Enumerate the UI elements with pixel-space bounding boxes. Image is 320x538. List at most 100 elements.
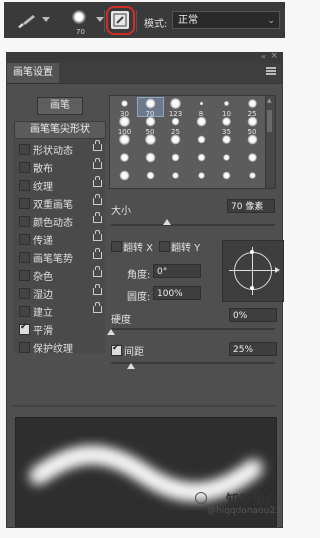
option-checkbox[interactable] [19, 144, 30, 155]
brush-tip-cell[interactable] [163, 134, 188, 152]
option-checkbox[interactable] [19, 216, 30, 227]
option-checkbox[interactable] [19, 252, 30, 263]
brush-tip-cell[interactable]: 100 [112, 116, 137, 136]
toggle-brush-settings-panel-button[interactable] [111, 11, 129, 29]
brush-tip-cell[interactable] [163, 170, 188, 188]
brush-tip-cell[interactable]: 35 [214, 116, 239, 136]
lock-icon[interactable] [93, 158, 102, 169]
hardness-input[interactable]: 0% [229, 308, 277, 322]
option-item[interactable]: 保护纹理 [19, 339, 105, 355]
brush-tool-dropdown-icon[interactable] [42, 17, 50, 22]
lock-icon[interactable] [93, 212, 102, 223]
brush-tip-cell[interactable] [189, 134, 214, 152]
brush-tip-cell[interactable] [240, 134, 265, 152]
option-item[interactable]: 形状动态 [19, 140, 105, 157]
brush-tip-cell[interactable]: 70 [136, 97, 164, 118]
option-checkbox[interactable] [19, 162, 30, 173]
hardness-slider-track[interactable] [111, 328, 275, 330]
collapse-icon[interactable]: « [261, 52, 266, 61]
brush-grid-scrollbar[interactable]: ▲ [265, 95, 276, 189]
brush-tip-cell[interactable]: 123 [163, 98, 188, 118]
brush-tip-cell[interactable]: 8 [189, 98, 214, 118]
spacing-slider-knob[interactable] [127, 363, 135, 369]
lock-icon[interactable] [93, 230, 102, 241]
option-item[interactable]: 建立 [19, 302, 105, 319]
brush-tip-cell[interactable]: 25 [240, 98, 265, 118]
dial-arrow-icon[interactable] [275, 267, 280, 273]
brush-tip-cell[interactable]: 25 [163, 116, 188, 136]
brush-tip-thumbnail [121, 100, 128, 107]
option-checkbox[interactable] [19, 270, 30, 281]
spacing-checkbox[interactable] [111, 343, 122, 356]
brush-tip-cell[interactable] [189, 152, 214, 170]
option-item[interactable]: 颜色动态 [19, 212, 105, 229]
spacing-slider-track[interactable] [111, 362, 275, 364]
brush-tip-shape-item[interactable]: 画笔笔尖形状 [14, 121, 106, 139]
dial-handle-top[interactable] [250, 250, 254, 254]
lock-icon[interactable] [93, 194, 102, 205]
angle-input[interactable]: 0° [153, 264, 201, 278]
flip-y-checkbox[interactable] [159, 241, 170, 252]
roundness-input[interactable]: 100% [153, 286, 201, 300]
option-item[interactable]: 湿边 [19, 284, 105, 301]
brush-preset-dropdown-icon[interactable] [96, 17, 104, 22]
lock-icon[interactable] [93, 266, 102, 277]
angle-roundness-dial[interactable] [222, 240, 284, 302]
panel-menu-icon[interactable] [266, 67, 276, 75]
option-item[interactable]: 平滑 [19, 321, 105, 337]
lock-icon[interactable] [93, 248, 102, 259]
brush-tip-cell[interactable] [138, 152, 163, 170]
option-item[interactable]: 散布 [19, 158, 105, 175]
option-checkbox[interactable] [19, 198, 30, 209]
hardness-slider-knob[interactable] [107, 329, 115, 335]
option-item[interactable]: 纹理 [19, 176, 105, 193]
brush-presets-button[interactable]: 画笔 [37, 97, 83, 115]
option-checkbox[interactable] [19, 342, 30, 353]
brush-tip-cell[interactable] [240, 170, 265, 188]
dial-ring [234, 252, 272, 290]
size-slider-track[interactable] [111, 224, 275, 226]
brush-tip-cell[interactable] [112, 134, 137, 152]
lock-icon[interactable] [93, 176, 102, 187]
lock-icon[interactable] [93, 284, 102, 295]
option-checkbox[interactable] [19, 180, 30, 191]
option-item[interactable]: 杂色 [19, 266, 105, 283]
brush-preset-picker[interactable] [72, 10, 86, 24]
brush-tip-cell[interactable] [112, 170, 137, 188]
brush-tool-icon[interactable] [14, 12, 38, 30]
brush-tip-cell[interactable] [240, 152, 265, 170]
brush-tip-cell[interactable] [214, 170, 239, 188]
option-checkbox[interactable] [19, 322, 30, 335]
close-icon[interactable]: × [270, 51, 278, 61]
flip-x-checkbox[interactable] [111, 241, 122, 252]
brush-tip-cell[interactable] [189, 116, 214, 134]
option-checkbox[interactable] [19, 234, 30, 245]
spacing-input[interactable]: 25% [229, 342, 277, 356]
scroll-up-icon[interactable]: ▲ [267, 97, 272, 104]
mode-select[interactable]: 正常 ⌄ [172, 11, 280, 29]
brush-tip-cell[interactable] [163, 152, 188, 170]
brush-tip-cell[interactable]: 30 [112, 98, 137, 118]
brush-tip-cell[interactable] [214, 152, 239, 170]
size-slider-knob[interactable] [163, 219, 171, 225]
tab-brush-settings[interactable]: 画笔设置 [7, 63, 59, 83]
dial-handle-bottom[interactable] [250, 286, 254, 290]
brush-tip-cell[interactable] [138, 134, 163, 152]
option-checkbox[interactable] [19, 288, 30, 299]
brush-tip-cell[interactable]: 10 [214, 98, 239, 118]
scroll-thumb[interactable] [267, 110, 272, 132]
option-item[interactable]: 双重画笔 [19, 194, 105, 211]
brush-tip-cell[interactable] [112, 152, 137, 170]
brush-tip-cell[interactable]: 50 [138, 116, 163, 136]
lock-icon[interactable] [93, 302, 102, 313]
option-checkbox[interactable] [19, 306, 30, 317]
option-item[interactable]: 画笔笔势 [19, 248, 105, 265]
lock-icon[interactable] [93, 140, 102, 151]
flip-y-option[interactable]: 翻转 Y [159, 239, 215, 254]
brush-tip-cell[interactable] [189, 170, 214, 188]
brush-tip-cell[interactable] [214, 134, 239, 152]
option-item[interactable]: 传递 [19, 230, 105, 247]
size-input[interactable]: 70 像素 [227, 199, 275, 213]
brush-tip-cell[interactable] [138, 170, 163, 188]
brush-tip-cell[interactable]: 50 [240, 116, 265, 136]
